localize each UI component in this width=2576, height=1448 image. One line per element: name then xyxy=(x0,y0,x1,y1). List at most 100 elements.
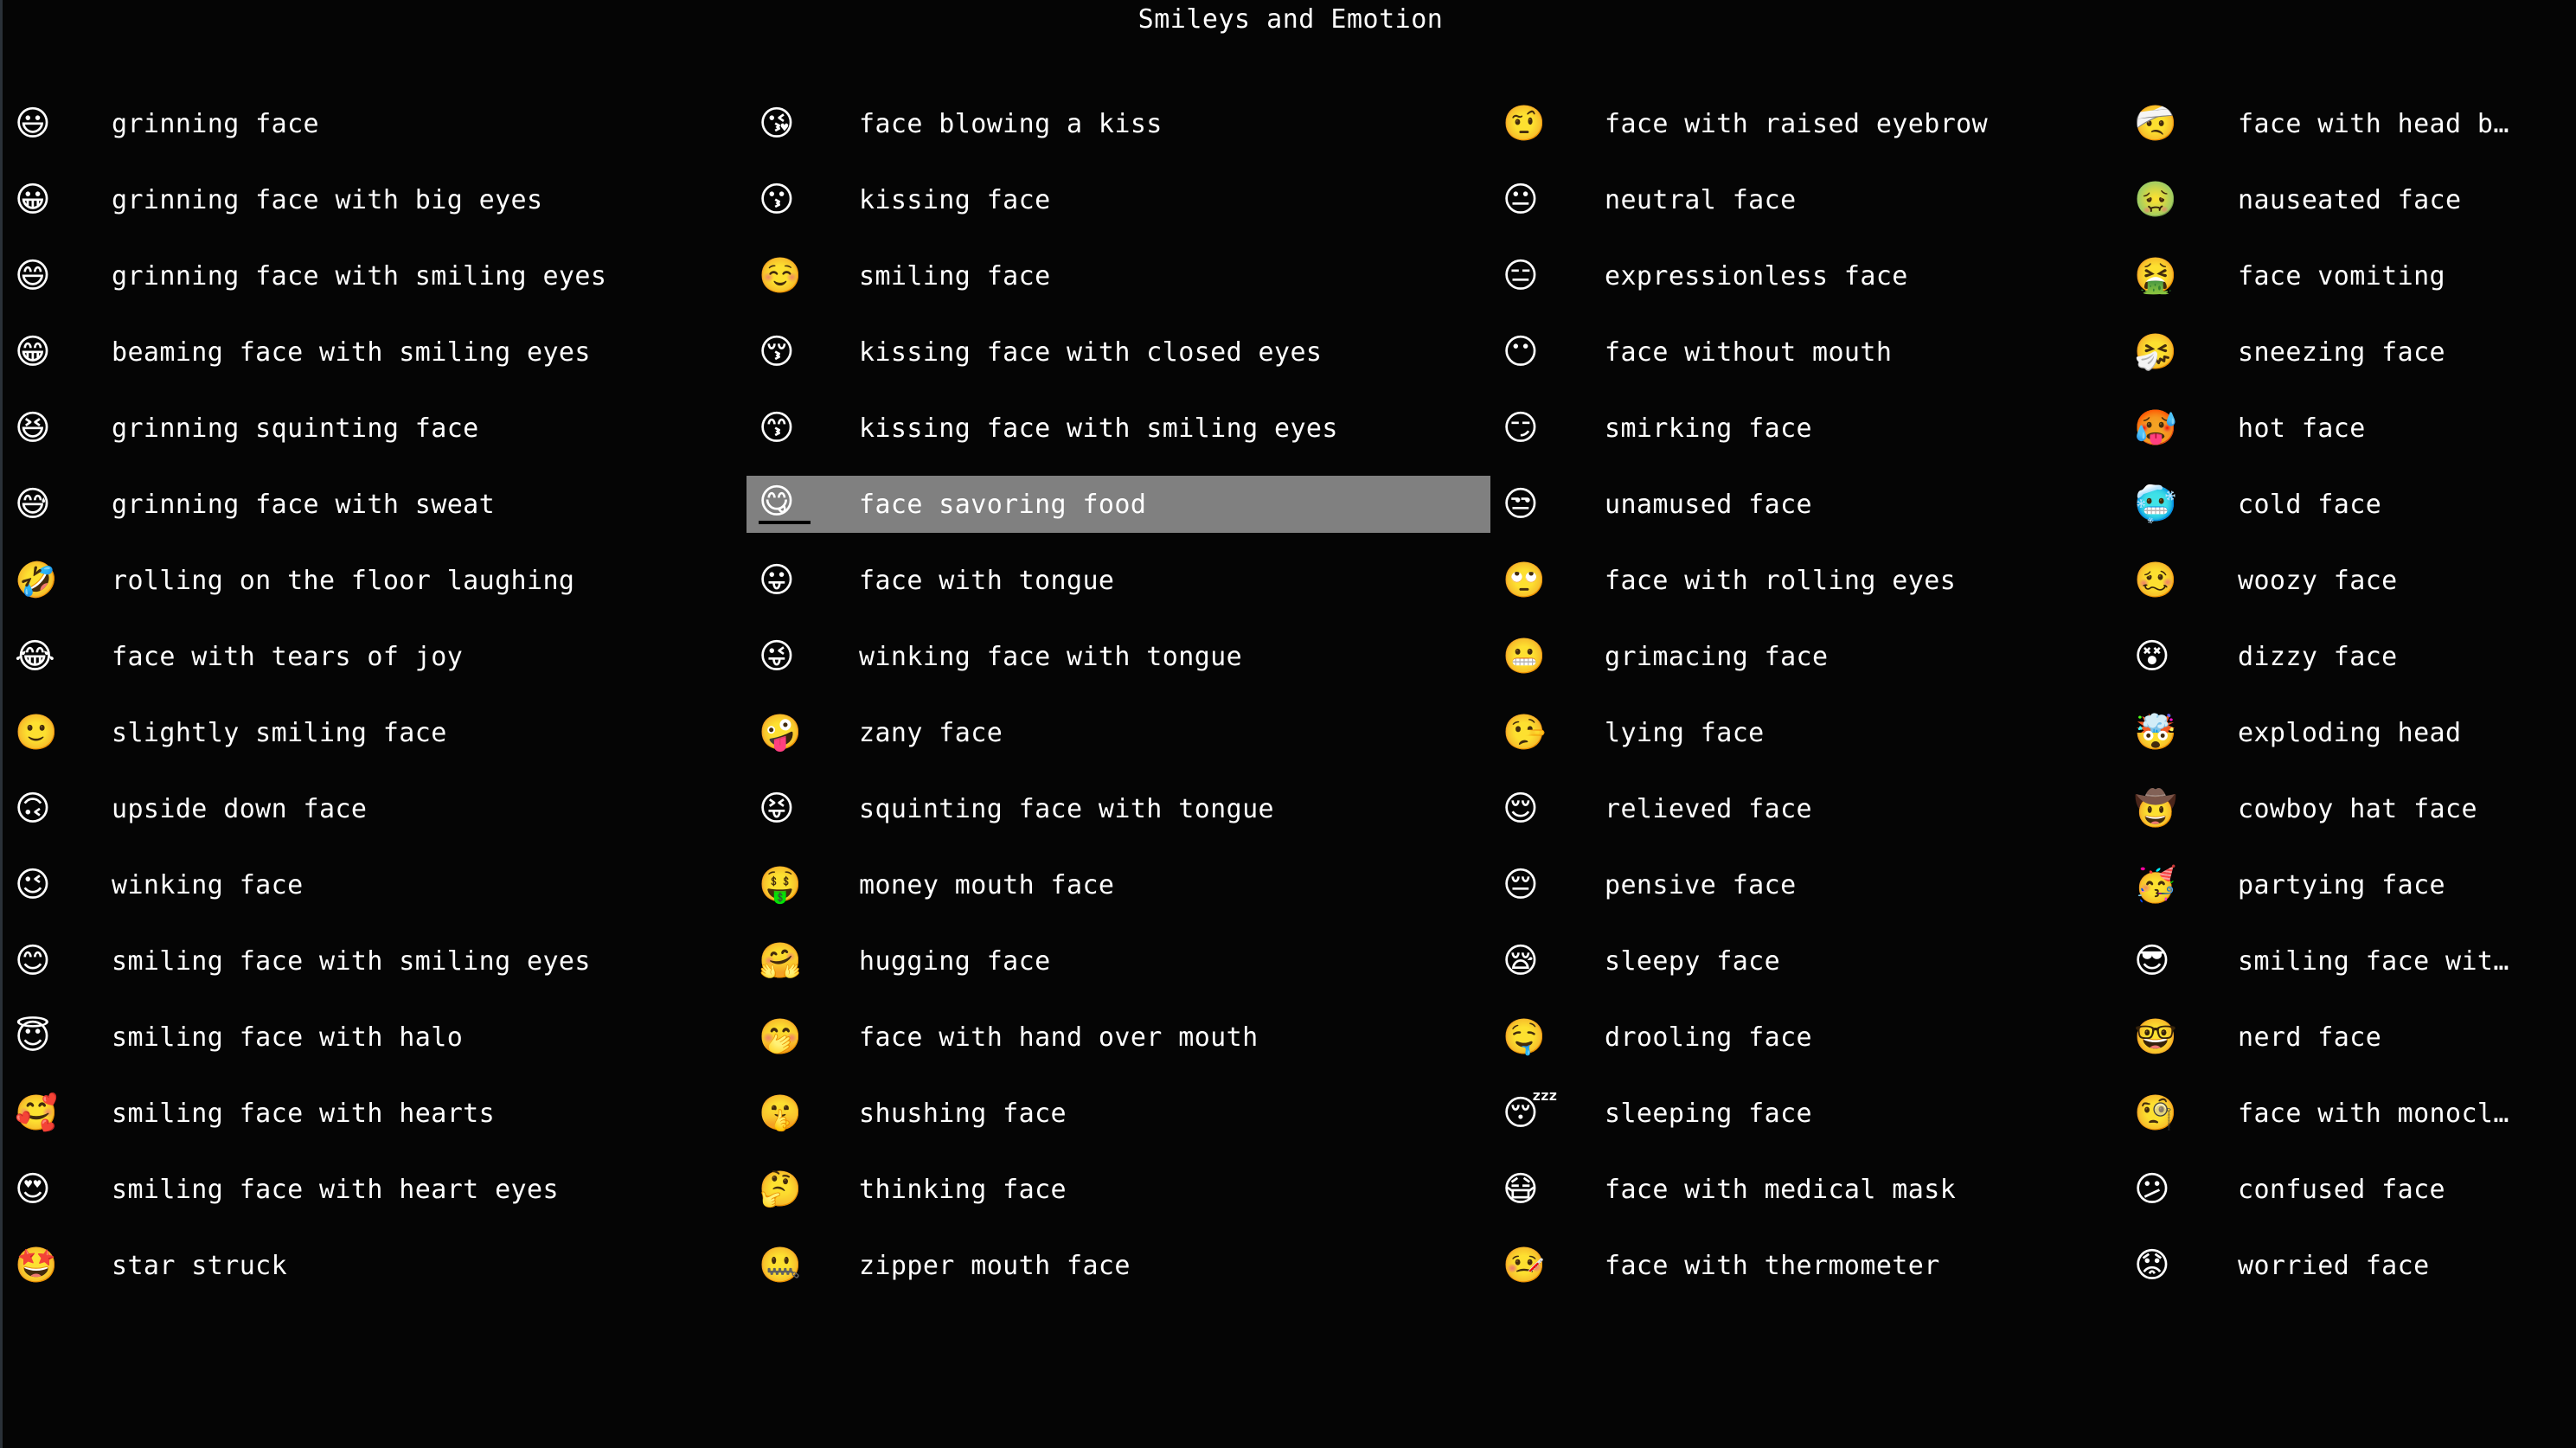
emoji-glyph-icon: 😘 xyxy=(759,104,795,144)
emoji-glyph-icon: 😚 xyxy=(759,332,795,372)
emoji-list-item[interactable]: 😃 grinning face xyxy=(3,95,747,152)
emoji-name-label: smiling face with halo xyxy=(112,1022,464,1053)
emoji-list-item[interactable]: 😷 face with medical mask xyxy=(1490,1161,2122,1218)
emoji-name-label: winking face xyxy=(112,869,304,900)
emoji-glyph-icon: 😅 xyxy=(15,484,51,524)
emoji-list-item[interactable]: 😘 face blowing a kiss xyxy=(747,95,1490,152)
emoji-name-label: star struck xyxy=(112,1250,288,1281)
emoji-name-label: hugging face xyxy=(859,945,1051,977)
emoji-list-item[interactable]: 😊 smiling face with smiling eyes xyxy=(3,932,747,990)
emoji-list-item[interactable]: 🤥 lying face xyxy=(1490,704,2122,761)
emoji-list-item[interactable]: 😎 smiling face wit… xyxy=(2122,932,2576,990)
emoji-list-item[interactable]: 🤧 sneezing face xyxy=(2122,324,2576,381)
emoji-glyph-icon: 😵 xyxy=(2134,637,2170,676)
emoji-name-label: face with raised eyebrow xyxy=(1605,108,1989,139)
emoji-list-item[interactable]: 🤮 face vomiting xyxy=(2122,247,2576,304)
emoji-list-item[interactable]: 🥶 cold face xyxy=(2122,476,2576,533)
emoji-list-item[interactable]: 🤤 drooling face xyxy=(1490,1009,2122,1066)
emoji-name-label: smiling face xyxy=(859,260,1051,292)
emoji-list-item[interactable]: 😉 winking face xyxy=(3,856,747,913)
emoji-list-item[interactable]: 😪 sleepy face xyxy=(1490,932,2122,990)
emoji-column-0: 😃 grinning face 😀 grinning face with big ey… xyxy=(3,95,747,1341)
emoji-list-item[interactable]: 😀 grinning face with big eyes xyxy=(3,171,747,228)
emoji-list-item[interactable]: 🙄 face with rolling eyes xyxy=(1490,552,2122,609)
emoji-list-item[interactable]: 😇 smiling face with halo xyxy=(3,1009,747,1066)
emoji-name-label: exploding head xyxy=(2238,717,2462,748)
emoji-list-item[interactable]: 😝 squinting face with tongue xyxy=(747,780,1490,837)
emoji-glyph-icon: 🤨 xyxy=(1503,104,1546,144)
emoji-list-item[interactable]: 😁 beaming face with smiling eyes xyxy=(3,324,747,381)
emoji-name-label: squinting face with tongue xyxy=(859,793,1274,824)
emoji-list-item[interactable]: 😐 neutral face xyxy=(1490,171,2122,228)
emoji-list-item[interactable]: 😛 face with tongue xyxy=(747,552,1490,609)
emoji-list-item[interactable]: 🧐 face with monocl… xyxy=(2122,1085,2576,1142)
emoji-list-item[interactable]: 😗 kissing face xyxy=(747,171,1490,228)
emoji-list-item[interactable]: 😴 sleeping face xyxy=(1490,1085,2122,1142)
emoji-list-item[interactable]: 🤕 face with head b… xyxy=(2122,95,2576,152)
emoji-list-item[interactable]: 🤗 hugging face xyxy=(747,932,1490,990)
emoji-list-item[interactable]: 😏 smirking face xyxy=(1490,400,2122,457)
emoji-list-item[interactable]: 🤓 nerd face xyxy=(2122,1009,2576,1066)
emoji-list-item[interactable]: 😔 pensive face xyxy=(1490,856,2122,913)
emoji-name-label: face savoring food xyxy=(859,489,1147,520)
emoji-list-item[interactable]: 🙂 slightly smiling face xyxy=(3,704,747,761)
emoji-list-item[interactable]: 🤔 thinking face xyxy=(747,1161,1490,1218)
emoji-list-item[interactable]: 😄 grinning face with smiling eyes xyxy=(3,247,747,304)
emoji-glyph-icon: 🥵 xyxy=(2134,408,2177,448)
emoji-glyph-icon: 🤤 xyxy=(1503,1017,1546,1057)
emoji-list-item[interactable]: 😵 dizzy face xyxy=(2122,628,2576,685)
emoji-picker-window: Smileys and Emotion 😃 grinning face 😀 grinn… xyxy=(0,0,2576,1448)
emoji-list-item[interactable]: 🥵 hot face xyxy=(2122,400,2576,457)
emoji-list-item[interactable]: 😆 grinning squinting face xyxy=(3,400,747,457)
emoji-glyph-icon: 😏 xyxy=(1503,408,1539,448)
emoji-list-item[interactable]: 😋 face savoring food xyxy=(747,476,1490,533)
emoji-name-label: kissing face with closed eyes xyxy=(859,336,1323,368)
emoji-list-item[interactable]: 🤐 zipper mouth face xyxy=(747,1237,1490,1294)
emoji-name-label: smiling face with hearts xyxy=(112,1098,496,1129)
emoji-list-item[interactable]: 😜 winking face with tongue xyxy=(747,628,1490,685)
emoji-list-item[interactable]: 🤭 face with hand over mouth xyxy=(747,1009,1490,1066)
emoji-list-item[interactable]: 😅 grinning face with sweat xyxy=(3,476,747,533)
emoji-name-label: confused face xyxy=(2238,1174,2445,1205)
emoji-list-item[interactable]: 😍 smiling face with heart eyes xyxy=(3,1161,747,1218)
emoji-list-item[interactable]: 🙃 upside down face xyxy=(3,780,747,837)
emoji-glyph-icon: 🙄 xyxy=(1503,561,1546,600)
emoji-list-item[interactable]: 🤠 cowboy hat face xyxy=(2122,780,2576,837)
emoji-list-item[interactable]: 😑 expressionless face xyxy=(1490,247,2122,304)
emoji-list-item[interactable]: 🤩 star struck xyxy=(3,1237,747,1294)
emoji-name-label: worried face xyxy=(2238,1250,2430,1281)
emoji-name-label: hot face xyxy=(2238,413,2366,444)
emoji-glyph-icon: 😐 xyxy=(1503,180,1539,220)
emoji-glyph-icon: 🤕 xyxy=(2134,104,2177,144)
emoji-list-item[interactable]: 😌 relieved face xyxy=(1490,780,2122,837)
emoji-list-item[interactable]: 🤢 nauseated face xyxy=(2122,171,2576,228)
emoji-list-item[interactable]: 😒 unamused face xyxy=(1490,476,2122,533)
emoji-list-item[interactable]: 😕 confused face xyxy=(2122,1161,2576,1218)
emoji-name-label: cowboy hat face xyxy=(2238,793,2477,824)
emoji-list-item[interactable]: 😟 worried face xyxy=(2122,1237,2576,1294)
emoji-name-label: relieved face xyxy=(1605,793,1812,824)
emoji-list-item[interactable]: 🥳 partying face xyxy=(2122,856,2576,913)
emoji-list-item[interactable]: 😚 kissing face with closed eyes xyxy=(747,324,1490,381)
emoji-glyph-icon: 🤪 xyxy=(759,713,802,753)
emoji-list-item[interactable]: 🤨 face with raised eyebrow xyxy=(1490,95,2122,152)
emoji-glyph-icon: ☺️ xyxy=(759,256,802,296)
emoji-list-item[interactable]: 🤣 rolling on the floor laughing xyxy=(3,552,747,609)
emoji-list-item[interactable]: 🤪 zany face xyxy=(747,704,1490,761)
emoji-name-label: smiling face wit… xyxy=(2238,945,2509,977)
emoji-list-item[interactable]: 🤒 face with thermometer xyxy=(1490,1237,2122,1294)
emoji-glyph-icon: 🤢 xyxy=(2134,180,2177,220)
page-title: Smileys and Emotion xyxy=(1137,4,1444,35)
emoji-list-item[interactable]: 🤫 shushing face xyxy=(747,1085,1490,1142)
emoji-list-item[interactable]: 🥴 woozy face xyxy=(2122,552,2576,609)
emoji-list-item[interactable]: 😙 kissing face with smiling eyes xyxy=(747,400,1490,457)
emoji-name-label: nerd face xyxy=(2238,1022,2382,1053)
emoji-name-label: smiling face with heart eyes xyxy=(112,1174,559,1205)
emoji-list-item[interactable]: 😬 grimacing face xyxy=(1490,628,2122,685)
emoji-list-item[interactable]: 😶 face without mouth xyxy=(1490,324,2122,381)
emoji-list-item[interactable]: 🥰 smiling face with hearts xyxy=(3,1085,747,1142)
emoji-list-item[interactable]: 🤑 money mouth face xyxy=(747,856,1490,913)
emoji-list-item[interactable]: 🤯 exploding head xyxy=(2122,704,2576,761)
emoji-list-item[interactable]: 😂 face with tears of joy xyxy=(3,628,747,685)
emoji-list-item[interactable]: ☺️ smiling face xyxy=(747,247,1490,304)
